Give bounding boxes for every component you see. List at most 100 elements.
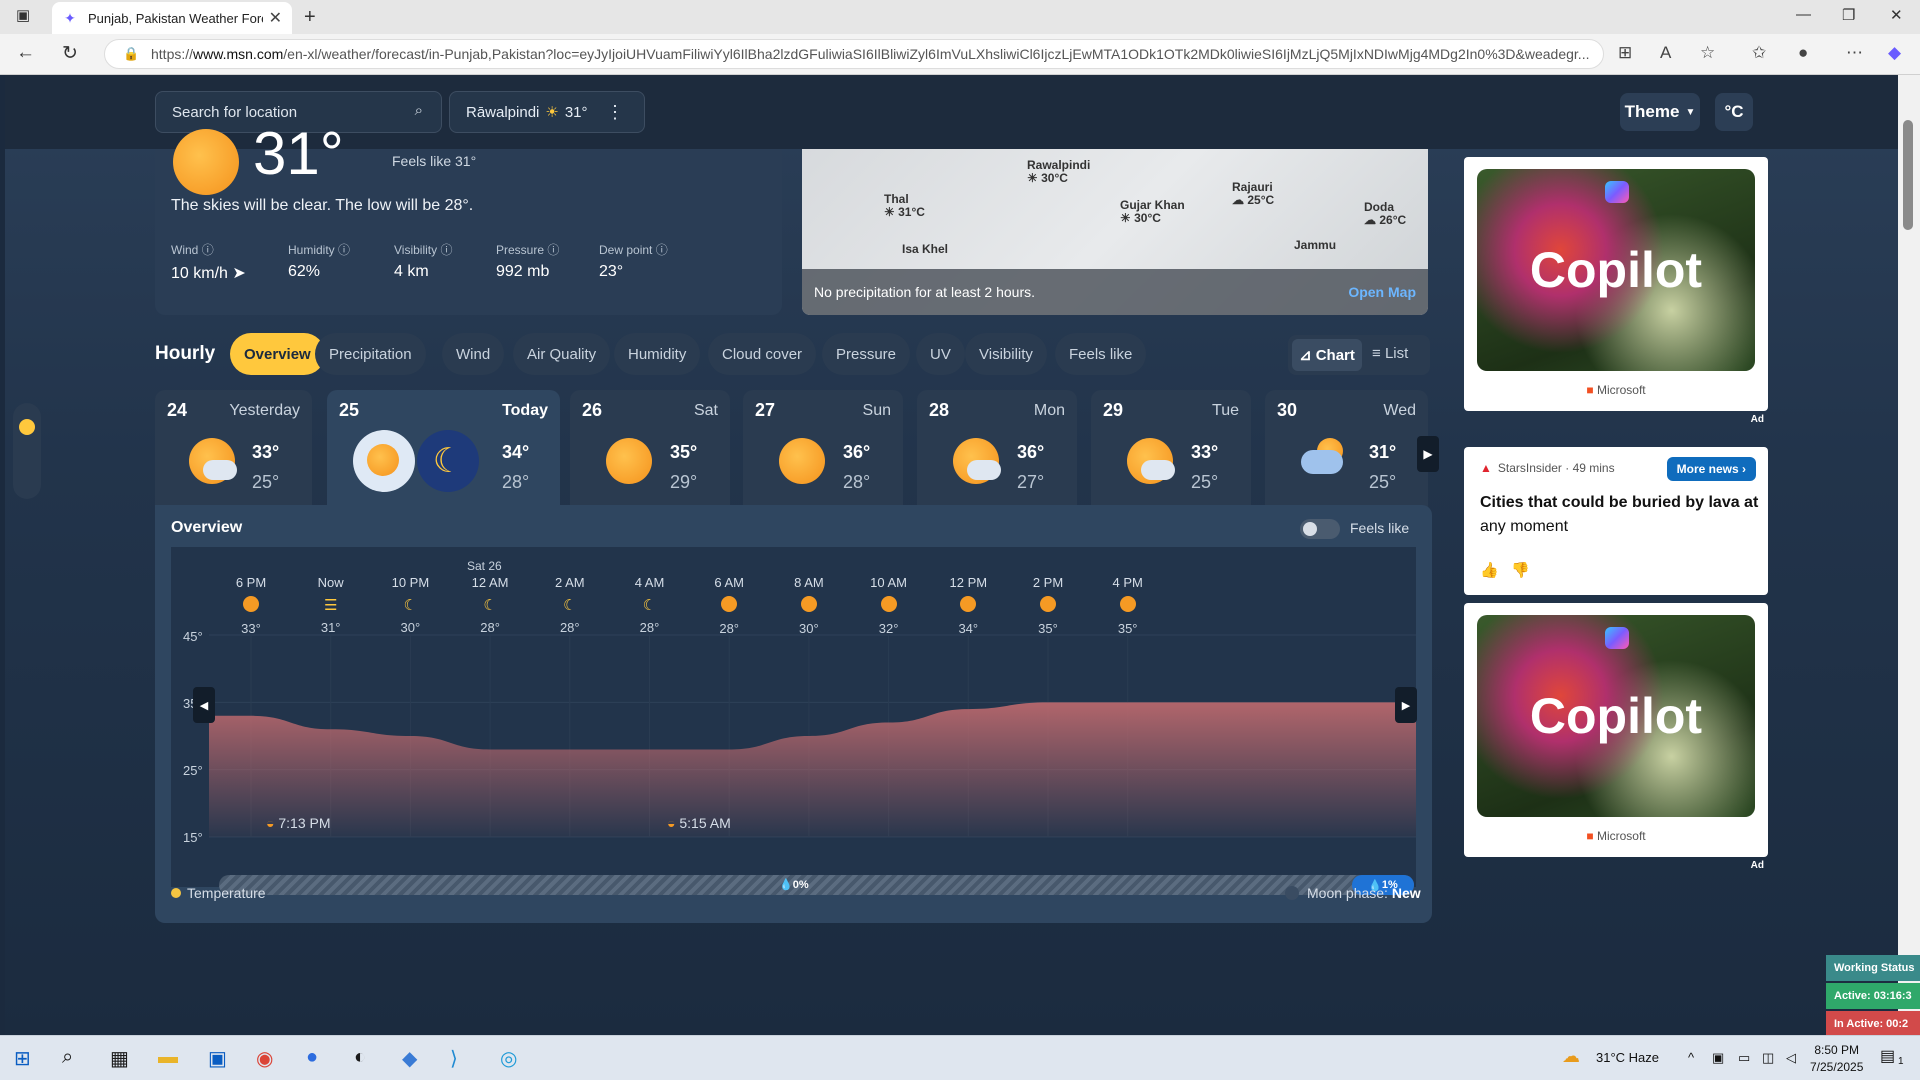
- close-tab-icon[interactable]: ✕: [269, 8, 282, 28]
- app-available-icon[interactable]: ⊞: [1618, 43, 1632, 63]
- news-card[interactable]: ▲ StarsInsider · 49 mins More news › Citi…: [1464, 447, 1768, 595]
- tab-cloud-cover[interactable]: Cloud cover: [708, 333, 817, 375]
- file-explorer-icon[interactable]: ▬: [158, 1046, 178, 1069]
- zoom-icon[interactable]: ●: [306, 1046, 318, 1069]
- hour-column[interactable]: 12 AM ☾ 28°: [450, 575, 530, 635]
- map-city[interactable]: Gujar Khan ☀ 30°C: [1120, 199, 1185, 225]
- task-view-icon[interactable]: ▦: [110, 1046, 129, 1071]
- map-city[interactable]: Jammu: [1294, 239, 1336, 252]
- battery-icon[interactable]: ▭: [1738, 1050, 1750, 1066]
- next-days-button[interactable]: ▶: [1417, 436, 1439, 472]
- tray-weather[interactable]: 31°C Haze: [1596, 1050, 1659, 1065]
- search-icon[interactable]: ⌕: [62, 1046, 73, 1069]
- news-headline[interactable]: Cities that could be buried by lava at a…: [1480, 491, 1760, 539]
- hour-column[interactable]: 12 PM 34°: [928, 575, 1008, 636]
- tab-pressure[interactable]: Pressure: [822, 333, 911, 375]
- hour-column[interactable]: 8 AM 30°: [769, 575, 849, 636]
- tray-chevron-icon[interactable]: ^: [1688, 1050, 1694, 1065]
- map-city[interactable]: Isa Khel: [902, 243, 948, 256]
- more-menu-icon[interactable]: ⋯: [1846, 43, 1863, 63]
- stat-humidity[interactable]: Humidity ⓘ 62%: [288, 241, 350, 281]
- list-view-button[interactable]: ≡ List: [1372, 345, 1408, 362]
- thumbs-up-icon[interactable]: 👍: [1480, 562, 1499, 579]
- hour-column[interactable]: 10 AM 32°: [849, 575, 929, 636]
- day-card[interactable]: 26 Sat 35° 29°: [570, 390, 730, 515]
- day-card[interactable]: 29 Tue 33° 25°: [1091, 390, 1251, 515]
- map-city[interactable]: Thal ☀ 31°C: [884, 193, 925, 219]
- map-city[interactable]: Doda ☁ 26°C: [1364, 201, 1406, 227]
- app-icon[interactable]: ◐: [354, 1046, 366, 1069]
- feels-like-toggle[interactable]: [1300, 519, 1340, 539]
- chart-next-button[interactable]: ▶: [1395, 687, 1417, 723]
- minimize-icon[interactable]: —: [1796, 6, 1811, 23]
- edge-icon[interactable]: ◎: [500, 1046, 517, 1071]
- stat-pressure[interactable]: Pressure ⓘ 992 mb: [496, 241, 559, 281]
- hour-column[interactable]: 4 PM 35°: [1088, 575, 1168, 636]
- browser-tab[interactable]: ✦ Punjab, Pakistan Weather Forecas ✕: [52, 2, 292, 34]
- hour-column[interactable]: 6 PM 33°: [211, 575, 291, 636]
- scrollbar-thumb[interactable]: [1903, 120, 1913, 230]
- weather-tray-icon[interactable]: ☁: [1562, 1046, 1580, 1067]
- close-window-icon[interactable]: ✕: [1890, 6, 1903, 24]
- favorite-star-icon[interactable]: ☆: [1700, 43, 1715, 63]
- chart-prev-button[interactable]: ◀: [193, 687, 215, 723]
- map-city[interactable]: Rawalpindi ☀ 30°C: [1027, 159, 1090, 185]
- notifications-icon[interactable]: ▤: [1880, 1046, 1895, 1066]
- store-icon[interactable]: ▣: [208, 1046, 227, 1071]
- open-map-link[interactable]: Open Map: [1348, 284, 1416, 300]
- tab-precipitation[interactable]: Precipitation: [315, 333, 426, 375]
- network-icon[interactable]: ◫: [1762, 1050, 1774, 1066]
- unit-button[interactable]: °C: [1715, 93, 1753, 131]
- app-icon[interactable]: ◆: [402, 1046, 417, 1071]
- side-nav-rail[interactable]: [13, 403, 41, 499]
- day-card[interactable]: 24 Yesterday 33° 25°: [155, 390, 312, 515]
- read-aloud-icon[interactable]: A: [1660, 43, 1671, 63]
- info-icon[interactable]: ⓘ: [547, 243, 559, 257]
- restore-icon[interactable]: ❐: [1842, 6, 1855, 24]
- stat-wind[interactable]: Wind ⓘ 10 km/h ➤: [171, 241, 246, 283]
- day-card[interactable]: 27 Sun 36° 28°: [743, 390, 903, 515]
- info-icon[interactable]: ⓘ: [202, 243, 214, 257]
- kebab-menu-icon[interactable]: ⋮: [606, 102, 624, 123]
- windows-start-icon[interactable]: ⊞: [14, 1046, 31, 1071]
- search-icon[interactable]: ⌕: [415, 102, 423, 119]
- tab-uv[interactable]: UV: [916, 333, 965, 375]
- stat-dew-point[interactable]: Dew point ⓘ 23°: [599, 241, 668, 281]
- tab-visibility[interactable]: Visibility: [965, 333, 1047, 375]
- day-card[interactable]: 30 Wed 31° 25°: [1265, 390, 1428, 515]
- tab-humidity[interactable]: Humidity: [614, 333, 701, 375]
- tab-wind[interactable]: Wind: [442, 333, 505, 375]
- hour-column[interactable]: 10 PM ☾ 30°: [370, 575, 450, 635]
- page-scrollbar[interactable]: [1898, 75, 1920, 1035]
- stat-visibility[interactable]: Visibility ⓘ 4 km: [394, 241, 452, 281]
- thumbs-down-icon[interactable]: 👎: [1511, 562, 1530, 579]
- volume-icon[interactable]: ◁: [1786, 1050, 1796, 1066]
- theme-button[interactable]: Theme ▼: [1620, 93, 1700, 131]
- info-icon[interactable]: ⓘ: [440, 243, 452, 257]
- copilot-ad[interactable]: Copilot ■ Microsoft Ad: [1464, 157, 1768, 425]
- new-tab-icon[interactable]: +: [304, 6, 316, 29]
- tray-app-icon[interactable]: ▣: [1712, 1050, 1724, 1066]
- tab-overview[interactable]: Overview: [230, 333, 325, 375]
- hour-column[interactable]: 6 AM 28°: [689, 575, 769, 636]
- copilot-icon[interactable]: ◆: [1888, 43, 1901, 63]
- refresh-icon[interactable]: ↻: [62, 42, 78, 65]
- hour-column[interactable]: 2 PM 35°: [1008, 575, 1088, 636]
- day-card[interactable]: 28 Mon 36° 27°: [917, 390, 1077, 515]
- back-icon[interactable]: ←: [16, 42, 35, 64]
- address-bar[interactable]: 🔒 https://www.msn.com/en-xl/weather/fore…: [104, 39, 1604, 69]
- tab-air-quality[interactable]: Air Quality: [513, 333, 611, 375]
- favorites-icon[interactable]: ✩: [1752, 43, 1766, 63]
- hour-column[interactable]: 2 AM ☾ 28°: [530, 575, 610, 635]
- chrome-icon[interactable]: ◉: [256, 1046, 273, 1071]
- info-icon[interactable]: ⓘ: [656, 243, 668, 257]
- vscode-icon[interactable]: ⟩: [450, 1046, 458, 1071]
- clock[interactable]: 8:50 PM 7/25/2025: [1810, 1042, 1863, 1076]
- chart-view-button[interactable]: ⊿ Chart: [1292, 339, 1362, 371]
- location-chip[interactable]: Rāwalpindi ☀ 31° ⋮: [449, 91, 645, 133]
- info-icon[interactable]: ⓘ: [338, 243, 350, 257]
- weather-map[interactable]: Rawalpindi ☀ 30°C Thal ☀ 31°C Gujar Khan ☀ …: [802, 149, 1428, 315]
- hour-column[interactable]: Now ☰ 31°: [291, 575, 371, 635]
- hour-column[interactable]: 4 AM ☾ 28°: [610, 575, 690, 635]
- tab-actions-icon[interactable]: ▣: [16, 6, 30, 24]
